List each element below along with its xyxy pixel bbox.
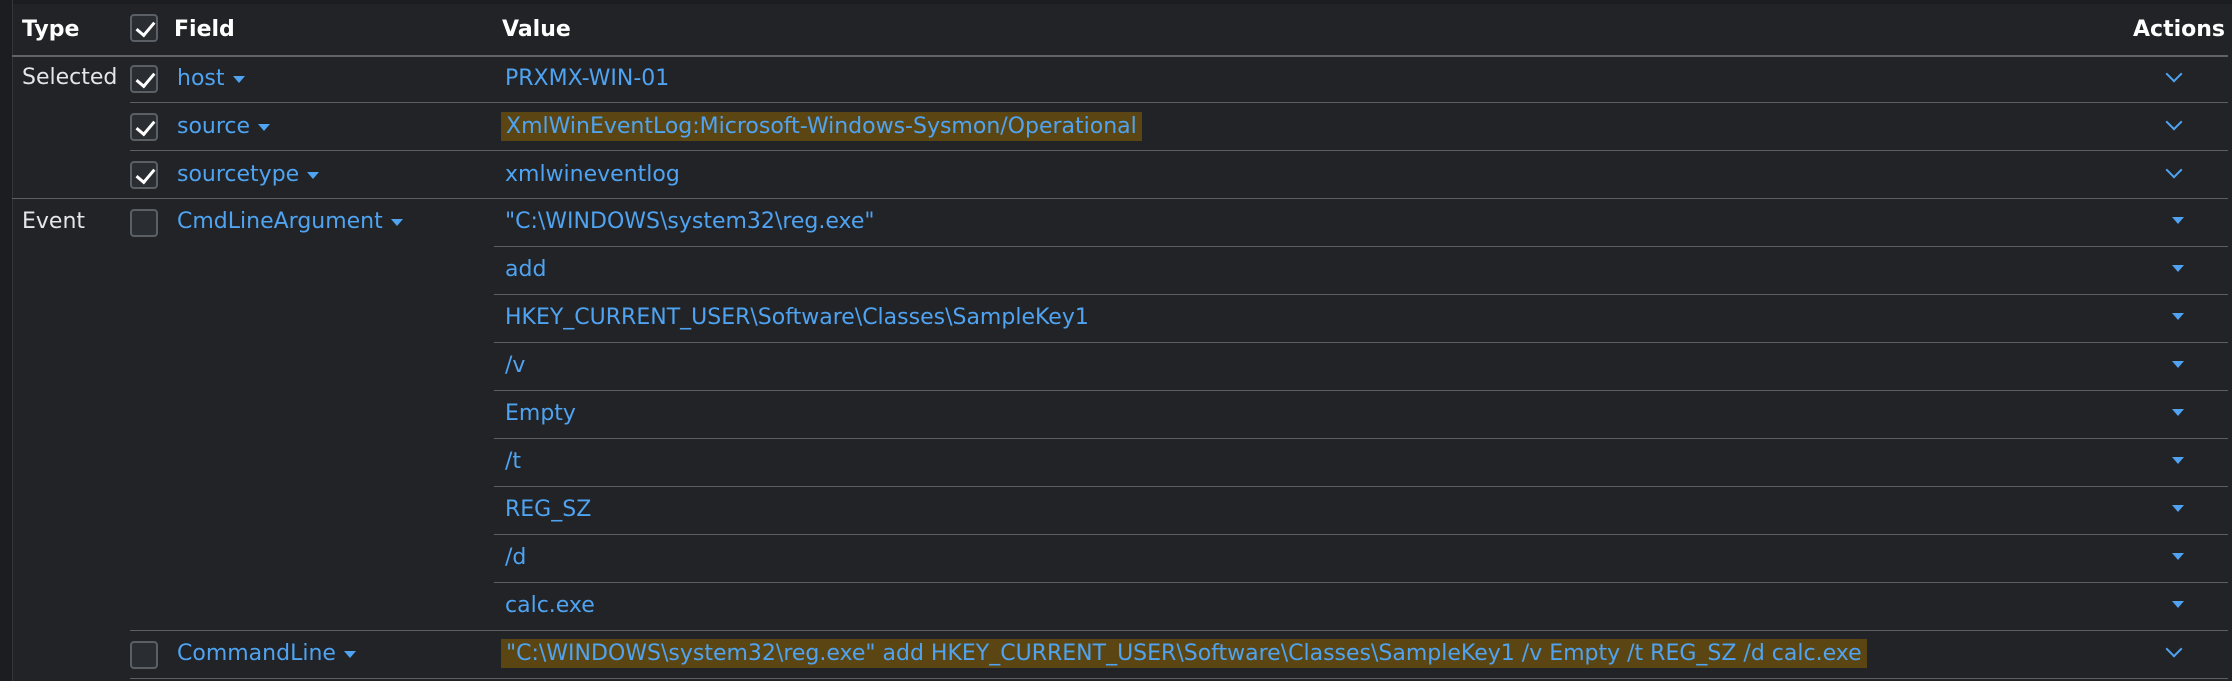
argument-value[interactable]: /t <box>505 449 521 474</box>
group-label-event: Event <box>22 209 86 234</box>
caret-down-icon[interactable] <box>2163 253 2193 283</box>
argument-value[interactable]: HKEY_CURRENT_USER\Software\Classes\Sampl… <box>505 305 1089 330</box>
argument-value[interactable]: /d <box>505 545 526 570</box>
row-divider <box>494 438 2228 439</box>
field-cmdlineargument[interactable]: CmdLineArgument <box>177 209 403 234</box>
header-value: Value <box>502 17 571 42</box>
caret-down-icon[interactable] <box>2163 205 2193 235</box>
chevron-down-icon[interactable] <box>2160 159 2190 189</box>
caret-down-icon <box>343 650 356 658</box>
chevron-down-icon[interactable] <box>2160 63 2190 93</box>
header-actions: Actions <box>2133 17 2225 42</box>
argument-value[interactable]: add <box>505 257 546 282</box>
row-divider <box>494 486 2228 487</box>
row-divider <box>494 390 2228 391</box>
select-all-checkbox-icon[interactable] <box>130 14 158 42</box>
cmdlineargument-checkbox-icon[interactable] <box>130 209 158 237</box>
caret-down-icon <box>307 171 320 179</box>
field-source[interactable]: source <box>177 114 271 139</box>
sourcetype-checkbox-icon[interactable] <box>130 161 158 189</box>
row-divider <box>494 342 2228 343</box>
row-divider <box>494 294 2228 295</box>
row-divider <box>130 150 2228 151</box>
value-host[interactable]: PRXMX-WIN-01 <box>505 66 669 91</box>
table-header: Type Field Value Actions <box>12 0 2228 57</box>
caret-down-icon[interactable] <box>2163 301 2193 331</box>
caret-down-icon[interactable] <box>2163 349 2193 379</box>
value-sourcetype[interactable]: xmlwineventlog <box>505 162 680 187</box>
row-divider <box>130 102 2228 103</box>
caret-down-icon[interactable] <box>2163 541 2193 571</box>
row-divider <box>130 630 2228 631</box>
caret-down-icon <box>390 218 403 226</box>
section-divider <box>12 198 2228 199</box>
header-field: Field <box>174 17 235 42</box>
commandline-checkbox-icon[interactable] <box>130 641 158 669</box>
value-source[interactable]: XmlWinEventLog:Microsoft-Windows-Sysmon/… <box>501 112 1142 141</box>
argument-value[interactable]: calc.exe <box>505 593 595 618</box>
host-checkbox-icon[interactable] <box>130 65 158 93</box>
chevron-down-icon[interactable] <box>2160 638 2190 668</box>
caret-down-icon[interactable] <box>2163 397 2193 427</box>
group-label-selected: Selected <box>22 65 118 90</box>
caret-down-icon[interactable] <box>2163 589 2193 619</box>
row-divider <box>494 534 2228 535</box>
argument-value[interactable]: "C:\WINDOWS\system32\reg.exe" <box>505 209 875 234</box>
header-type: Type <box>22 17 80 42</box>
argument-value[interactable]: Empty <box>505 401 576 426</box>
row-divider <box>494 246 2228 247</box>
chevron-down-icon[interactable] <box>2160 111 2190 141</box>
caret-down-icon <box>232 75 245 83</box>
argument-value[interactable]: REG_SZ <box>505 497 591 522</box>
value-commandline[interactable]: "C:\WINDOWS\system32\reg.exe" add HKEY_C… <box>501 639 1867 668</box>
argument-value[interactable]: /v <box>505 353 525 378</box>
row-divider <box>130 678 2228 679</box>
source-checkbox-icon[interactable] <box>130 113 158 141</box>
field-host[interactable]: host <box>177 66 245 91</box>
caret-down-icon <box>258 123 271 131</box>
caret-down-icon[interactable] <box>2163 445 2193 475</box>
field-commandline[interactable]: CommandLine <box>177 641 356 666</box>
field-sourcetype[interactable]: sourcetype <box>177 162 320 187</box>
caret-down-icon[interactable] <box>2163 493 2193 523</box>
frame-left <box>0 0 13 681</box>
row-divider <box>494 582 2228 583</box>
